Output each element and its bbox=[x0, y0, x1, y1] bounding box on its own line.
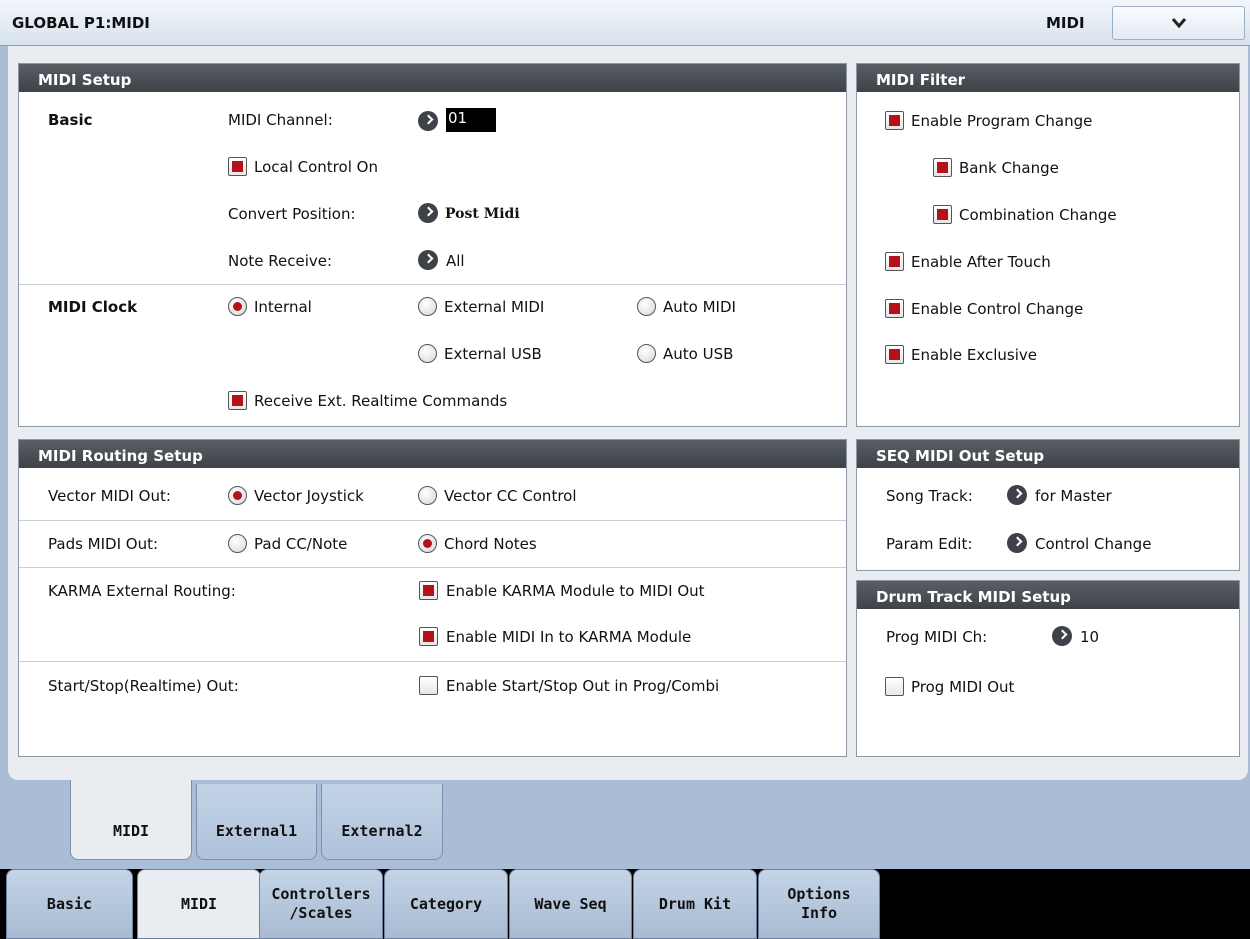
page-tab-options-info[interactable]: Options Info bbox=[758, 869, 880, 939]
midi-channel-value[interactable]: 01 bbox=[446, 108, 496, 132]
param-edit-label: Param Edit: bbox=[886, 535, 973, 553]
page-tab-label: Basic bbox=[46, 894, 93, 913]
page-tab-basic[interactable]: Basic bbox=[6, 869, 133, 939]
vector-joystick-label: Vector Joystick bbox=[254, 487, 364, 505]
page-tab-drum-kit[interactable]: Drum Kit bbox=[633, 869, 757, 939]
midi-in-to-karma-checkbox[interactable] bbox=[419, 627, 438, 646]
divider bbox=[19, 520, 846, 521]
tab-external2[interactable]: External2 bbox=[321, 784, 443, 860]
param-edit-value[interactable]: Control Change bbox=[1035, 535, 1151, 553]
page-tab-label: Options bbox=[787, 885, 851, 903]
clock-auto-usb-label: Auto USB bbox=[663, 345, 734, 363]
vector-midi-out-label: Vector MIDI Out: bbox=[48, 487, 171, 505]
note-receive-label: Note Receive: bbox=[228, 252, 333, 270]
local-control-checkbox[interactable] bbox=[228, 157, 247, 176]
song-track-value[interactable]: for Master bbox=[1035, 487, 1112, 505]
clock-external-midi-radio[interactable] bbox=[418, 297, 437, 316]
chord-notes-radio[interactable] bbox=[418, 534, 437, 553]
clock-internal-label: Internal bbox=[254, 298, 312, 316]
clock-auto-usb-radio[interactable] bbox=[637, 344, 656, 363]
convert-position-label: Convert Position: bbox=[228, 205, 356, 223]
pads-midi-out-label: Pads MIDI Out: bbox=[48, 535, 159, 553]
chord-notes-label: Chord Notes bbox=[444, 535, 537, 553]
clock-internal-radio[interactable] bbox=[228, 297, 247, 316]
page-tab-controllers-scales[interactable]: Controllers/Scales bbox=[259, 869, 383, 939]
midi-in-to-karma-label: Enable MIDI In to KARMA Module bbox=[446, 628, 692, 646]
divider bbox=[19, 567, 846, 568]
note-receive-arrow-icon[interactable] bbox=[418, 250, 438, 270]
page-tab-label: Wave Seq bbox=[534, 894, 607, 913]
chevron-down-icon bbox=[1171, 18, 1187, 29]
pad-cc-note-label: Pad CC/Note bbox=[254, 535, 348, 553]
filter-exclusive-checkbox[interactable] bbox=[885, 345, 904, 364]
midi-setup-header: MIDI Setup bbox=[19, 64, 846, 92]
karma-to-midi-out-checkbox[interactable] bbox=[419, 581, 438, 600]
filter-bank-change-label: Bank Change bbox=[959, 159, 1059, 177]
start-stop-option-label: Enable Start/Stop Out in Prog/Combi bbox=[446, 677, 720, 695]
filter-bank-change-checkbox[interactable] bbox=[933, 158, 952, 177]
midi-routing-header: MIDI Routing Setup bbox=[19, 440, 846, 468]
param-edit-arrow-icon[interactable] bbox=[1007, 533, 1027, 553]
midi-filter-header: MIDI Filter bbox=[857, 64, 1239, 92]
filter-control-change-checkbox[interactable] bbox=[885, 299, 904, 318]
filter-combination-change-checkbox[interactable] bbox=[933, 205, 952, 224]
page-tab-midi[interactable]: MIDI bbox=[137, 869, 261, 939]
filter-after-touch-label: Enable After Touch bbox=[911, 253, 1051, 271]
page-tab-label: Category bbox=[409, 894, 483, 913]
filter-control-change-label: Enable Control Change bbox=[911, 300, 1084, 318]
seq-midi-out-header: SEQ MIDI Out Setup bbox=[857, 440, 1239, 468]
note-receive-value[interactable]: All bbox=[446, 252, 465, 270]
page-tab-category[interactable]: Category bbox=[384, 869, 508, 939]
karma-routing-label: KARMA External Routing: bbox=[48, 582, 236, 600]
pad-cc-note-radio[interactable] bbox=[228, 534, 247, 553]
convert-position-value[interactable]: Post Midi bbox=[445, 206, 520, 222]
tab-midi[interactable]: MIDI bbox=[70, 780, 192, 860]
filter-program-change-checkbox[interactable] bbox=[885, 111, 904, 130]
drum-track-header: Drum Track MIDI Setup bbox=[857, 581, 1239, 609]
prog-midi-ch-arrow-icon[interactable] bbox=[1052, 626, 1072, 646]
prog-midi-ch-value[interactable]: 10 bbox=[1080, 628, 1099, 646]
song-track-arrow-icon[interactable] bbox=[1007, 485, 1027, 505]
midi-channel-label: MIDI Channel: bbox=[228, 111, 333, 129]
convert-position-arrow-icon[interactable] bbox=[418, 203, 438, 223]
page-menu-label: MIDI bbox=[1046, 14, 1085, 32]
page-tab-label-line2: Info bbox=[800, 904, 838, 922]
divider bbox=[19, 284, 846, 285]
vector-joystick-radio[interactable] bbox=[228, 486, 247, 505]
vector-cc-control-radio[interactable] bbox=[418, 486, 437, 505]
prog-midi-out-label: Prog MIDI Out bbox=[911, 678, 1015, 696]
page-menu-button[interactable] bbox=[1112, 6, 1245, 40]
filter-combination-change-label: Combination Change bbox=[959, 206, 1117, 224]
page-tab-wave-seq[interactable]: Wave Seq bbox=[509, 869, 632, 939]
midi-channel-arrow-icon[interactable] bbox=[418, 111, 438, 131]
song-track-label: Song Track: bbox=[886, 487, 973, 505]
midi-clock-label: MIDI Clock bbox=[48, 298, 138, 316]
clock-external-midi-label: External MIDI bbox=[444, 298, 545, 316]
karma-to-midi-out-label: Enable KARMA Module to MIDI Out bbox=[446, 582, 705, 600]
tab-external1[interactable]: External1 bbox=[196, 784, 317, 860]
page-tab-label-line2: /Scales bbox=[289, 904, 353, 922]
local-control-label: Local Control On bbox=[254, 158, 378, 176]
clock-external-usb-label: External USB bbox=[444, 345, 542, 363]
divider bbox=[19, 661, 846, 662]
clock-auto-midi-label: Auto MIDI bbox=[663, 298, 736, 316]
clock-auto-midi-radio[interactable] bbox=[637, 297, 656, 316]
prog-midi-ch-label: Prog MIDI Ch: bbox=[886, 628, 988, 646]
prog-midi-out-checkbox[interactable] bbox=[885, 677, 904, 696]
page-tab-label: Controllers bbox=[271, 885, 371, 903]
start-stop-checkbox[interactable] bbox=[419, 676, 438, 695]
vector-cc-control-label: Vector CC Control bbox=[444, 487, 577, 505]
page-tab-label: MIDI bbox=[180, 894, 218, 913]
filter-exclusive-label: Enable Exclusive bbox=[911, 346, 1037, 364]
receive-ext-checkbox[interactable] bbox=[228, 391, 247, 410]
basic-label: Basic bbox=[48, 111, 93, 129]
page-title: GLOBAL P1:MIDI bbox=[12, 14, 150, 32]
clock-external-usb-radio[interactable] bbox=[418, 344, 437, 363]
filter-program-change-label: Enable Program Change bbox=[911, 112, 1093, 130]
drum-track-panel: Drum Track MIDI Setup bbox=[856, 580, 1240, 757]
filter-after-touch-checkbox[interactable] bbox=[885, 252, 904, 271]
start-stop-label: Start/Stop(Realtime) Out: bbox=[48, 677, 239, 695]
receive-ext-label: Receive Ext. Realtime Commands bbox=[254, 392, 508, 410]
page-tab-label: Drum Kit bbox=[658, 894, 732, 913]
